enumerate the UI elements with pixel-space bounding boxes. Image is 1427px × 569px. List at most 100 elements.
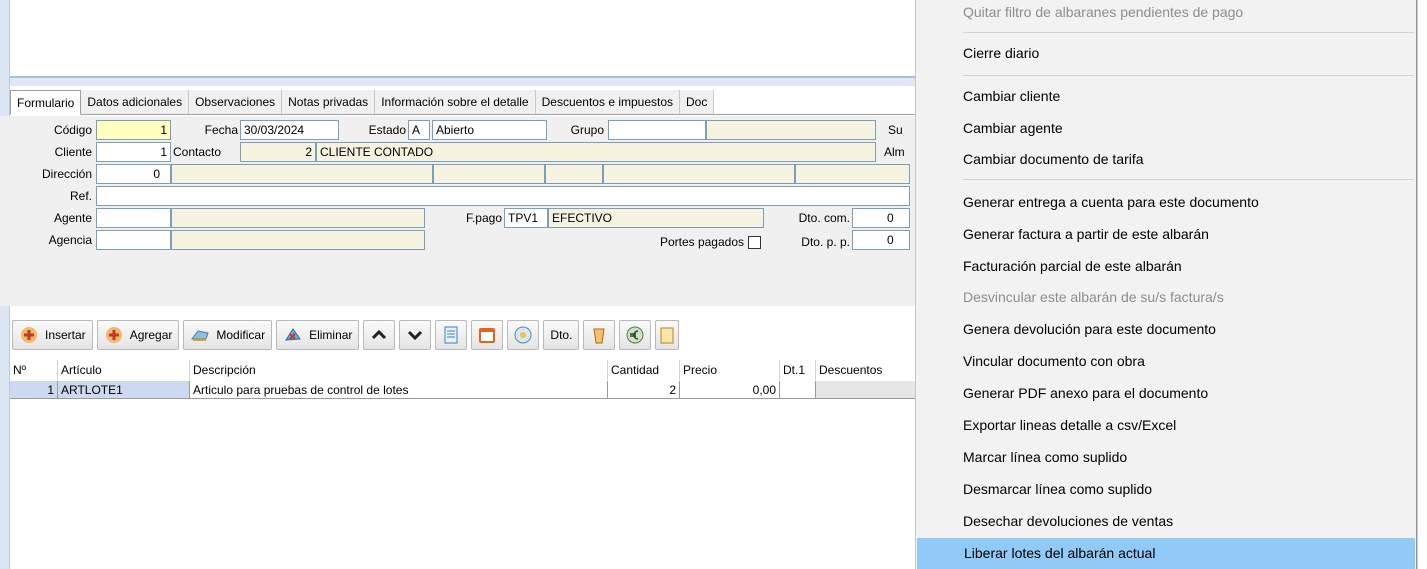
dto-pp-label: Dto. p. p.: [801, 235, 850, 249]
list-pane: [10, 0, 915, 78]
insertar-label: Insertar: [45, 328, 86, 342]
menu-item-cambiar-cliente[interactable]: Cambiar cliente: [916, 81, 1416, 112]
direccion-text-field: [171, 164, 433, 184]
paste-button[interactable]: [655, 320, 680, 350]
cliente-field[interactable]: 1: [96, 142, 171, 162]
estado-text-field[interactable]: Abierto: [432, 120, 547, 140]
menu-item-desvincular: Desvincular este albarán de su/s factura…: [963, 289, 1224, 305]
detail-toolbar: Insertar Agregar Modificar Eliminar Dto.: [10, 318, 915, 352]
contacto-label: Contacto: [173, 145, 222, 159]
direccion-label: Dirección: [41, 167, 92, 181]
cell-descuentos: [816, 381, 915, 399]
calendar-button[interactable]: [471, 320, 504, 350]
agencia-field[interactable]: [96, 230, 171, 250]
ref-field[interactable]: [96, 186, 910, 206]
tab-descuentos-impuestos[interactable]: Descuentos e impuestos: [535, 90, 681, 114]
col-n[interactable]: Nº: [10, 360, 58, 380]
background-window-edge: [1417, 0, 1427, 569]
cell-cantidad: 2: [608, 381, 680, 399]
fpago-code-field[interactable]: TPV1: [504, 208, 548, 228]
estado-code-field[interactable]: A: [408, 120, 430, 140]
menu-item-marcar-suplido[interactable]: Marcar línea como suplido: [916, 442, 1416, 473]
col-dt1[interactable]: Dt.1: [780, 360, 816, 380]
codigo-field[interactable]: 1: [96, 120, 171, 140]
menu-item-desechar-devoluciones[interactable]: Desechar devoluciones de ventas: [916, 506, 1416, 537]
calendar-icon: [479, 328, 496, 343]
direccion-pais-field: [795, 164, 910, 184]
menu-item-genera-devolucion[interactable]: Genera devolución para este documento: [916, 314, 1416, 345]
document-button[interactable]: [435, 320, 468, 350]
fecha-label: Fecha: [204, 123, 238, 137]
modificar-button[interactable]: Modificar: [183, 320, 273, 350]
currency-button[interactable]: [619, 320, 652, 350]
menu-item-quitar-filtro: Quitar filtro de albaranes pendientes de…: [963, 4, 1244, 20]
contacto-field[interactable]: 2: [240, 142, 316, 162]
context-menu: Quitar filtro de albaranes pendientes de…: [915, 0, 1417, 569]
dto-com-field[interactable]: 0: [852, 208, 910, 228]
menu-item-cambiar-agente[interactable]: Cambiar agente: [916, 113, 1416, 144]
portes-pagados-checkbox[interactable]: [748, 236, 761, 249]
menu-item-cambiar-tarifa[interactable]: Cambiar documento de tarifa: [916, 144, 1416, 175]
move-up-button[interactable]: [363, 320, 396, 350]
menu-separator: [963, 75, 1414, 76]
col-articulo[interactable]: Artículo: [58, 360, 190, 380]
tab-formulario[interactable]: Formulario: [10, 90, 82, 115]
direccion-field[interactable]: 0: [96, 164, 171, 184]
cell-dt1: [780, 381, 816, 399]
su-label: Su: [888, 123, 903, 137]
dto-button[interactable]: Dto.: [543, 320, 580, 350]
menu-item-vincular-obra[interactable]: Vincular documento con obra: [916, 346, 1416, 377]
options-button[interactable]: [507, 320, 540, 350]
tab-notas-privadas[interactable]: Notas privadas: [282, 90, 376, 114]
direccion-poblacion-field: [545, 164, 603, 184]
col-descripcion[interactable]: Descripción: [190, 360, 608, 380]
tab-informacion-detalle[interactable]: Información sobre el detalle: [375, 90, 536, 114]
menu-item-generar-factura[interactable]: Generar factura a partir de este albarán: [916, 219, 1416, 250]
add-plus-icon: [105, 327, 122, 343]
eliminar-button[interactable]: Eliminar: [276, 320, 360, 350]
direccion-cp-field: [433, 164, 545, 184]
ref-label: Ref.: [69, 189, 92, 203]
document-form: Código 1 Fecha 30/03/2024 Estado A Abier…: [0, 116, 915, 306]
menu-item-exportar-csv[interactable]: Exportar lineas detalle a csv/Excel: [916, 410, 1416, 441]
agregar-button[interactable]: Agregar: [96, 320, 180, 350]
portes-pagados-label: Portes pagados: [659, 235, 744, 249]
table-row[interactable]: 1 ARTLOTE1 Articulo para pruebas de cont…: [10, 381, 915, 399]
agente-field[interactable]: [96, 208, 171, 228]
detail-grid: Nº Artículo Descripción Cantidad Precio …: [10, 360, 915, 569]
menu-item-desmarcar-suplido[interactable]: Desmarcar línea como suplido: [916, 474, 1416, 505]
menu-separator: [963, 32, 1414, 33]
edit-hand-icon: [191, 330, 210, 341]
fecha-field[interactable]: 30/03/2024: [240, 120, 339, 140]
menu-item-liberar-lotes[interactable]: Liberar lotes del albarán actual: [917, 538, 1415, 569]
cell-descripcion: Articulo para pruebas de control de lote…: [190, 381, 608, 399]
menu-item-entrega-cuenta[interactable]: Generar entrega a cuenta para este docum…: [916, 187, 1416, 218]
direccion-provincia-field: [603, 164, 795, 184]
tab-datos-adicionales[interactable]: Datos adicionales: [81, 90, 190, 114]
agente-name-field: [171, 208, 425, 228]
insertar-button[interactable]: Insertar: [12, 320, 93, 350]
tab-observaciones[interactable]: Observaciones: [189, 90, 283, 114]
menu-item-generar-pdf[interactable]: Generar PDF anexo para el documento: [916, 378, 1416, 409]
col-cantidad[interactable]: Cantidad: [608, 360, 680, 380]
tab-bar: Formulario Datos adicionales Observacion…: [10, 90, 915, 115]
col-precio[interactable]: Precio: [680, 360, 780, 380]
menu-separator: [963, 179, 1414, 180]
col-descuentos[interactable]: Descuentos: [816, 360, 915, 380]
cell-n: 1: [10, 381, 58, 399]
tab-documentos[interactable]: Doc: [680, 90, 715, 114]
fpago-label: F.pago: [465, 211, 502, 225]
splitter[interactable]: [10, 78, 915, 86]
grupo-field[interactable]: [608, 120, 706, 140]
dto-com-label: Dto. com.: [798, 211, 850, 225]
move-down-button[interactable]: [399, 320, 432, 350]
cup-button[interactable]: [583, 320, 616, 350]
delete-icon: [285, 328, 301, 341]
menu-item-facturacion-parcial[interactable]: Facturación parcial de este albarán: [916, 251, 1416, 282]
agregar-label: Agregar: [129, 328, 173, 342]
dto-pp-field[interactable]: 0: [852, 230, 910, 250]
cell-precio: 0,00: [680, 381, 780, 399]
estado-label: Estado: [368, 123, 406, 137]
menu-item-cierre-diario[interactable]: Cierre diario: [916, 38, 1416, 69]
alm-label: Alm: [884, 145, 905, 159]
